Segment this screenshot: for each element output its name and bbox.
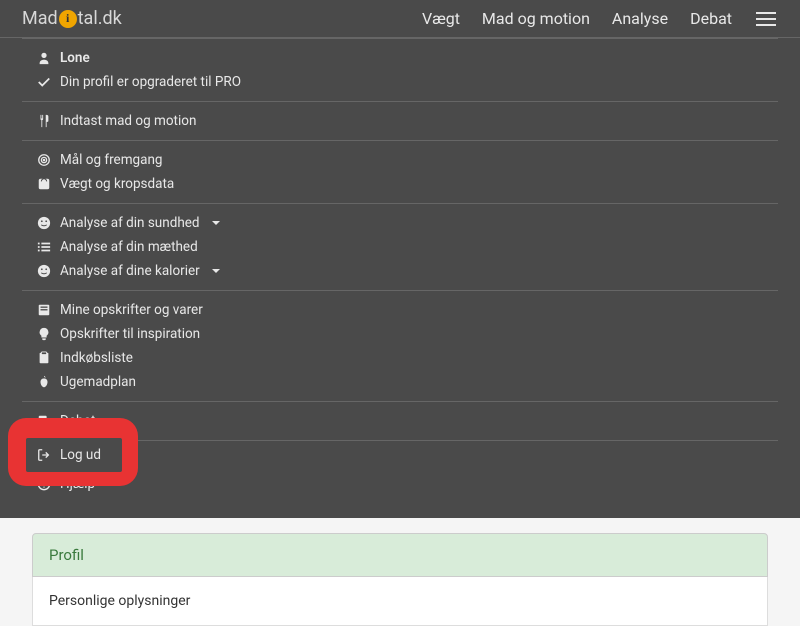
menu-indkoeb-label: Indkøbsliste	[60, 350, 133, 366]
user-icon	[36, 50, 52, 66]
logo-suffix: tal.dk	[78, 8, 122, 29]
menu-opskrifter-label: Mine opskrifter og varer	[60, 302, 203, 318]
target-icon	[36, 152, 52, 168]
card-title: Profil	[49, 546, 84, 564]
menu-indtast[interactable]: Indtast mad og motion	[36, 109, 778, 133]
card-header: Profil	[32, 533, 768, 577]
site-logo[interactable]: Mad i tal.dk	[22, 8, 122, 29]
top-header: Mad i tal.dk Vægt Mad og motion Analyse …	[0, 0, 800, 38]
menu-logud[interactable]: Log ud	[26, 438, 122, 472]
smile-icon	[36, 263, 52, 279]
apple-icon	[36, 374, 52, 390]
menu-sundhed-label: Analyse af din sundhed	[60, 215, 200, 231]
chevron-down-icon	[212, 269, 220, 273]
logo-prefix: Mad	[22, 8, 58, 29]
menu-kalorier[interactable]: Analyse af dine kalorier	[36, 259, 778, 283]
list-icon	[36, 239, 52, 255]
menu-hjaelp[interactable]: Hjælp	[36, 472, 778, 496]
nav-vaegt[interactable]: Vægt	[422, 9, 460, 28]
menu-user[interactable]: Lone	[36, 46, 778, 70]
card-body[interactable]: Personlige oplysninger	[32, 577, 768, 626]
nav-mad-motion[interactable]: Mad og motion	[482, 9, 590, 28]
smile-icon	[36, 215, 52, 231]
nav-analyse[interactable]: Analyse	[612, 9, 668, 28]
utensils-icon	[36, 113, 52, 129]
scale-icon	[36, 176, 52, 192]
menu-indtast-label: Indtast mad og motion	[60, 113, 196, 129]
hamburger-menu-icon[interactable]	[754, 10, 778, 28]
main-content: Profil Personlige oplysninger	[0, 518, 800, 626]
menu-vaegt-krops[interactable]: Vægt og kropsdata	[36, 172, 778, 196]
menu-indstillinger[interactable]: Indstillinger	[36, 448, 778, 472]
menu-kalorier-label: Analyse af dine kalorier	[60, 263, 200, 279]
menu-debat[interactable]: Debat	[36, 409, 778, 433]
menu-maal-label: Mål og fremgang	[60, 152, 163, 168]
menu-pro-label: Din profil er opgraderet til PRO	[60, 74, 241, 90]
menu-maethed-label: Analyse af din mæthed	[60, 239, 198, 255]
menu-inspiration[interactable]: Opskrifter til inspiration	[36, 322, 778, 346]
menu-pro-status: Din profil er opgraderet til PRO	[36, 70, 778, 94]
logo-i-icon: i	[59, 10, 77, 28]
menu-user-label: Lone	[60, 50, 90, 66]
nav-debat[interactable]: Debat	[690, 9, 732, 28]
check-icon	[36, 74, 52, 90]
top-nav: Vægt Mad og motion Analyse Debat	[422, 9, 778, 28]
logout-icon	[36, 447, 52, 463]
lightbulb-icon	[36, 326, 52, 342]
menu-opskrifter[interactable]: Mine opskrifter og varer	[36, 298, 778, 322]
clipboard-icon	[36, 350, 52, 366]
menu-vaegt-krops-label: Vægt og kropsdata	[60, 176, 174, 192]
menu-indkoeb[interactable]: Indkøbsliste	[36, 346, 778, 370]
chevron-down-icon	[212, 221, 220, 225]
menu-maal[interactable]: Mål og fremgang	[36, 148, 778, 172]
book-icon	[36, 302, 52, 318]
menu-ugemad-label: Ugemadplan	[60, 374, 136, 390]
menu-ugemad[interactable]: Ugemadplan	[36, 370, 778, 394]
menu-inspiration-label: Opskrifter til inspiration	[60, 326, 200, 342]
menu-sundhed[interactable]: Analyse af din sundhed	[36, 211, 778, 235]
menu-logud-label: Log ud	[60, 447, 101, 463]
card-body-text: Personlige oplysninger	[49, 593, 190, 609]
menu-maethed[interactable]: Analyse af din mæthed	[36, 235, 778, 259]
